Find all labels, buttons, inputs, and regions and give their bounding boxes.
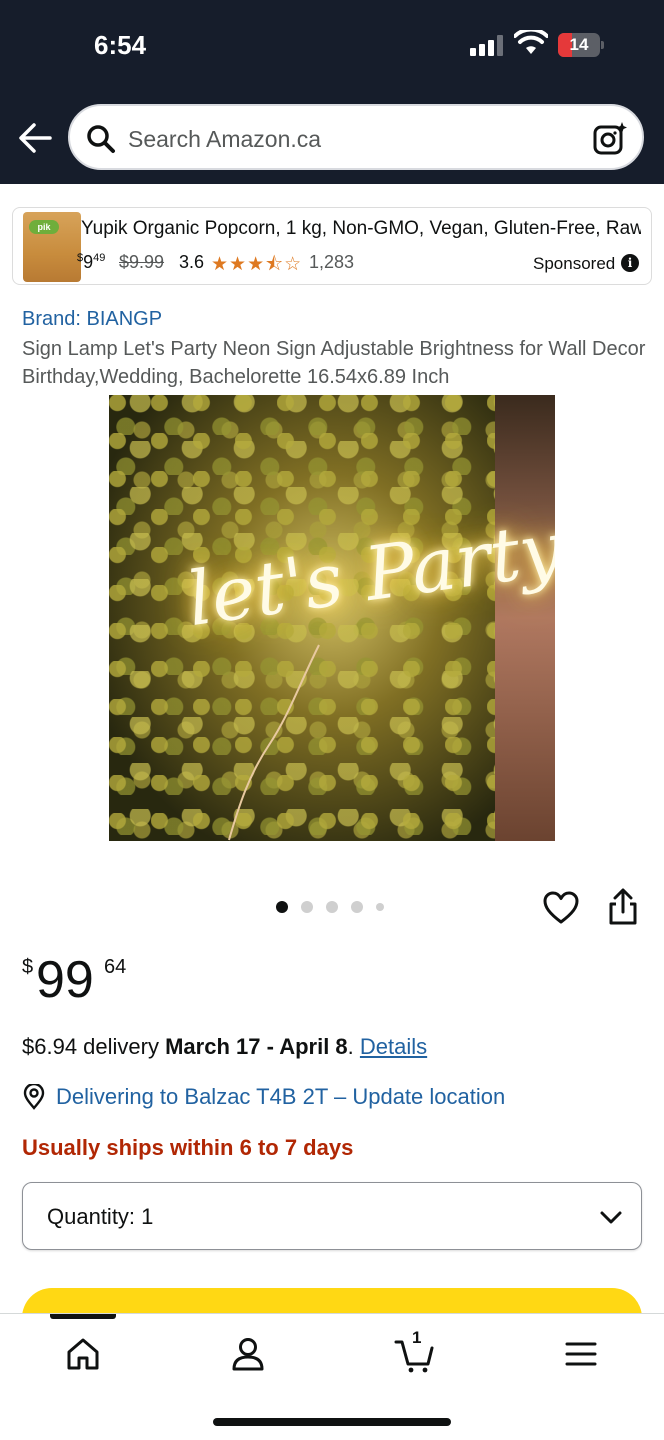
ad-product-thumbnail[interactable]: pik [23,212,81,282]
chevron-down-icon [600,1211,622,1224]
sponsored-product-banner[interactable]: pik Yupik Organic Popcorn, 1 kg, Non-GMO… [12,207,652,285]
ad-star-rating-icon: ★★★⯪☆ [211,254,303,275]
ad-review-count: 1,283 [309,252,355,272]
ad-list-price: $9.99 [119,252,165,272]
ad-thumbnail-label: pik [29,220,59,234]
delivery-suffix: . [347,1034,360,1059]
quantity-selector[interactable]: Quantity: 1 [22,1182,642,1250]
brand-link[interactable]: Brand: BIANGP [22,308,162,331]
details-link[interactable]: Details [360,1034,427,1059]
back-arrow-icon[interactable] [16,118,54,158]
quantity-label: Quantity: 1 [47,1204,154,1229]
wifi-icon [514,30,548,54]
home-icon[interactable] [63,1334,103,1374]
status-time: 6:54 [94,30,147,60]
search-icon [87,125,115,153]
delivery-info: $6.94 delivery March 17 - April 8. Detai… [22,1034,427,1060]
search-input[interactable]: Search Amazon.ca [128,126,321,153]
image-carousel-dots[interactable] [276,900,386,914]
battery-icon: 14 [558,33,604,57]
sponsored-label: Sponsored [533,254,616,273]
info-icon[interactable]: i [621,254,639,272]
battery-level: 14 [569,35,589,54]
share-icon[interactable] [606,888,640,926]
active-tab-indicator [50,1314,116,1319]
app-header: 6:54 14 Search Amazon.ca [0,0,664,184]
shipping-notice: Usually ships within 6 to 7 days [22,1135,354,1160]
ad-price-whole: 9 [83,252,94,272]
product-image[interactable]: let's Party [109,395,555,841]
price-symbol: $ [22,956,34,978]
cart-count: 1 [412,1328,422,1347]
ad-title[interactable]: Yupik Organic Popcorn, 1 kg, Non-GMO, Ve… [81,218,641,240]
account-icon[interactable] [228,1334,268,1374]
delivery-prefix: $6.94 delivery [22,1034,166,1059]
cellular-signal-icon [470,34,506,56]
delivery-dates: March 17 - April 8 [165,1034,348,1059]
search-bar[interactable]: Search Amazon.ca [68,104,644,170]
heart-icon[interactable] [543,890,579,926]
price-fraction: 64 [104,956,127,978]
ad-price: $949 [77,252,105,273]
ad-rating: 3.6 [179,252,205,272]
location-pin-icon [23,1084,45,1110]
delivery-location-link[interactable]: Delivering to Balzac T4B 2T – Update loc… [56,1084,505,1110]
camera-lens-icon[interactable] [592,120,628,156]
price-whole: 99 [36,951,94,1009]
menu-icon[interactable] [561,1334,601,1374]
product-title: Sign Lamp Let's Party Neon Sign Adjustab… [22,338,646,388]
home-indicator [213,1418,451,1426]
ad-price-fraction: 49 [93,252,106,264]
